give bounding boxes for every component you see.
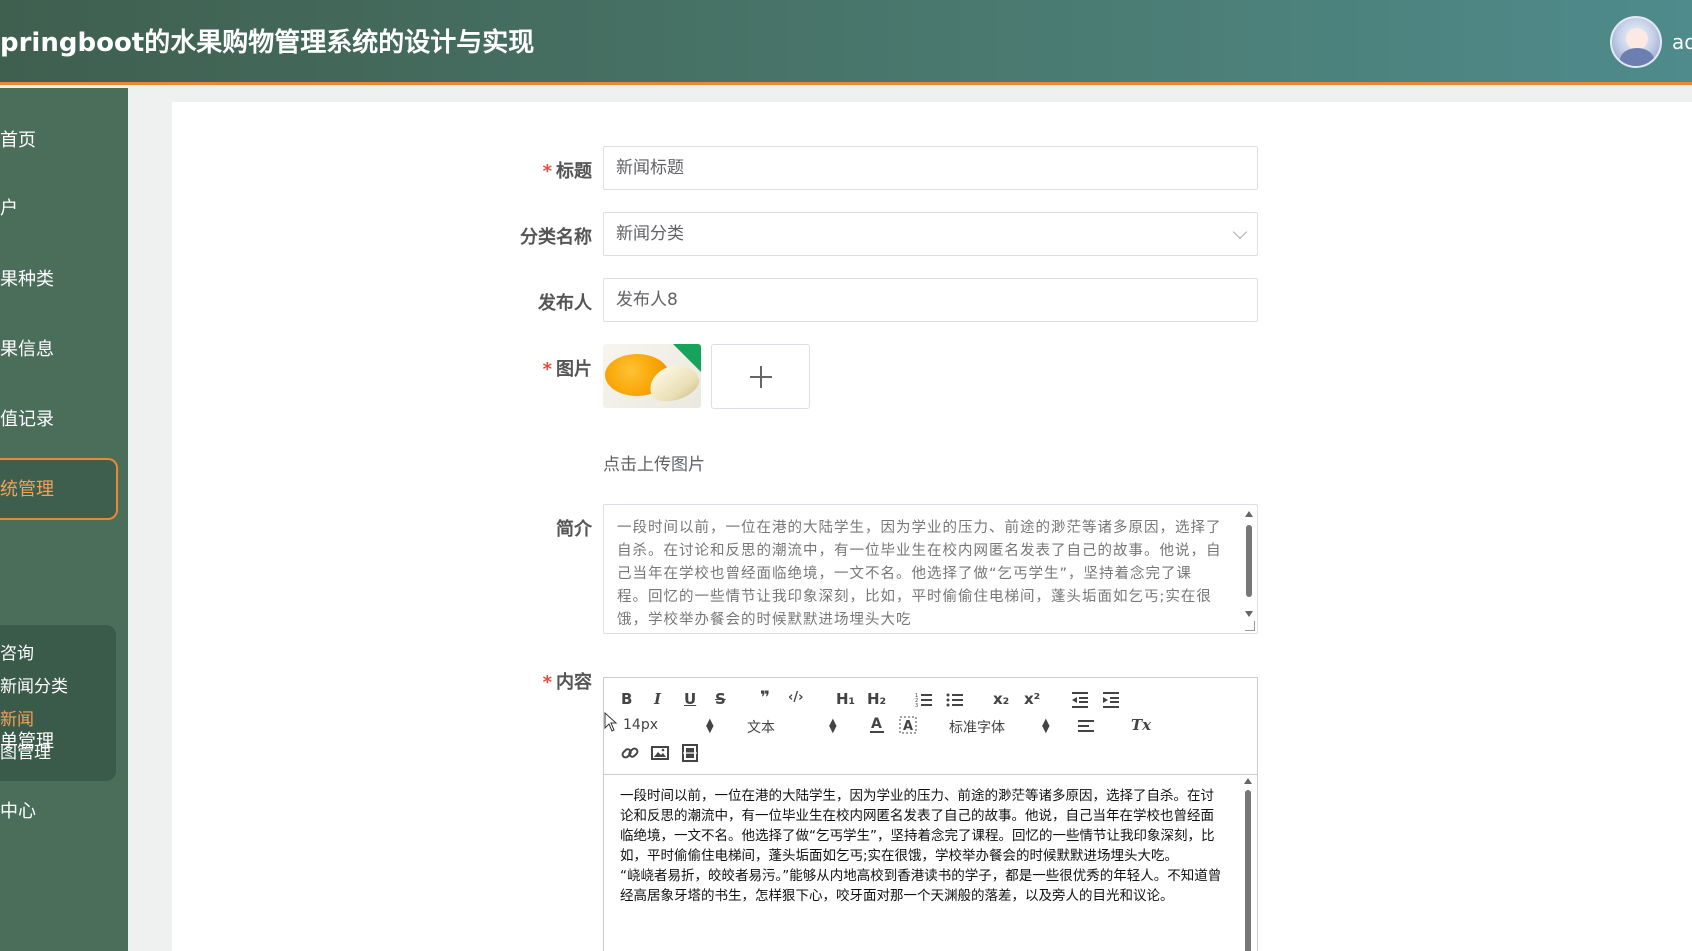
username[interactable]: ad — [1672, 30, 1692, 54]
sidebar-item-system-management[interactable]: 统管理 — [0, 458, 118, 520]
image-label: * 图片 — [542, 359, 592, 380]
align-icon[interactable] — [1077, 718, 1095, 734]
intro-text: 一段时间以前，一位在港的大陆学生，因为学业的压力、前途的渺茫等诸多原因，选择了自… — [617, 520, 1222, 628]
chevron-down-icon — [1232, 224, 1248, 240]
sidebar-item-personal-center[interactable]: 中心 — [0, 790, 128, 834]
sidebar-item-recharge-records[interactable]: 值记录 — [0, 398, 128, 442]
upload-tip: 点击上传图片 — [603, 455, 705, 475]
image-icon[interactable] — [651, 744, 669, 762]
required-mark: * — [542, 161, 552, 182]
intro-label: 简介 — [556, 519, 592, 540]
sidebar-item-users[interactable]: 户 — [0, 187, 128, 231]
editor-toolbar: B I U S ❞ ‹/› H₁ H₂ 1 2 3 x₂ x² 14px ▲ ▼… — [604, 678, 1257, 775]
publisher-input[interactable]: 发布人8 — [603, 278, 1258, 322]
editor-paragraph: “峣峣者易折，皎皎者易污。”能够从内地高校到香港读书的学子，都是一些很优秀的年轻… — [620, 868, 1222, 904]
italic-button[interactable]: I — [654, 690, 661, 708]
blockquote-button[interactable]: ❞ — [760, 688, 770, 708]
category-select[interactable]: 新闻分类 — [603, 212, 1258, 256]
link-icon[interactable] — [621, 744, 639, 762]
clean-format-button[interactable]: Tx — [1131, 716, 1151, 734]
scroll-thumb[interactable] — [1246, 525, 1252, 597]
category-selected-value: 新闻分类 — [616, 224, 684, 244]
code-block-button[interactable]: ‹/› — [788, 690, 803, 705]
upload-image-button[interactable] — [711, 344, 810, 409]
sidebar-item-order-management[interactable]: 单管理 — [0, 720, 128, 764]
plus-icon — [750, 366, 772, 388]
background-color-icon[interactable]: A — [899, 716, 917, 734]
sidebar-item-fruit-types[interactable]: 果种类 — [0, 258, 128, 302]
user-avatar[interactable] — [1610, 16, 1662, 68]
submenu-item-news-category[interactable]: 新闻分类 — [0, 672, 68, 697]
scroll-up-icon[interactable] — [1245, 511, 1253, 517]
header-1-button[interactable]: H₁ — [836, 690, 855, 708]
font-family-select[interactable]: 标准字体 — [949, 717, 1005, 737]
font-size-select[interactable]: 14px — [623, 717, 658, 733]
ordered-list-icon[interactable]: 1 2 3 — [915, 691, 933, 709]
underline-button[interactable]: U — [684, 690, 696, 708]
required-mark: * — [542, 672, 552, 693]
scroll-down-icon[interactable] — [1245, 611, 1253, 617]
category-label: 分类名称 — [520, 227, 592, 248]
editor-paragraph: 一段时间以前，一位在港的大陆学生，因为学业的压力、前途的渺茫等诸多原因，选择了自… — [620, 788, 1215, 864]
select-arrows-icon: ▲ ▼ — [1042, 717, 1050, 735]
superscript-button[interactable]: x² — [1024, 690, 1040, 708]
bold-button[interactable]: B — [621, 690, 632, 708]
intro-textarea[interactable]: 一段时间以前，一位在港的大陆学生，因为学业的压力、前途的渺茫等诸多原因，选择了自… — [603, 504, 1258, 634]
header-2-button[interactable]: H₂ — [867, 690, 886, 708]
title-label: * 标题 — [542, 161, 592, 182]
select-arrows-icon: ▲ ▼ — [706, 717, 714, 735]
app-title: pringboot的水果购物管理系统的设计与实现 — [0, 28, 535, 58]
title-input[interactable]: 新闻标题 — [603, 146, 1258, 190]
required-mark: * — [542, 359, 552, 380]
strike-button[interactable]: S — [715, 690, 726, 708]
app-header: pringboot的水果购物管理系统的设计与实现 ad — [0, 0, 1692, 85]
subscript-button[interactable]: x₂ — [993, 690, 1009, 708]
sidebar-item-fruit-info[interactable]: 果信息 — [0, 328, 128, 372]
video-icon[interactable] — [681, 744, 699, 762]
status-corner-badge — [673, 344, 701, 372]
outdent-icon[interactable] — [1071, 691, 1089, 709]
sidebar: 首页 户 果种类 果信息 值记录 统管理 咨询 新闻分类 新闻 图管理 单管理 … — [0, 88, 128, 951]
header-select[interactable]: 文本 — [747, 717, 775, 737]
svg-text:A: A — [871, 716, 882, 732]
editor-scrollbar[interactable] — [1242, 778, 1254, 951]
svg-text:3: 3 — [915, 703, 918, 709]
sidebar-item-home[interactable]: 首页 — [0, 119, 128, 163]
scroll-up-icon[interactable] — [1244, 778, 1252, 784]
editor-content[interactable]: 一段时间以前，一位在港的大陆学生，因为学业的压力、前途的渺茫等诸多原因，选择了自… — [604, 776, 1257, 951]
svg-text:A: A — [903, 719, 913, 734]
indent-icon[interactable] — [1102, 691, 1120, 709]
text-color-icon[interactable]: A — [869, 716, 885, 734]
uploaded-image-thumbnail[interactable] — [603, 344, 701, 408]
resize-handle-icon[interactable] — [1245, 621, 1255, 631]
content-label: * 内容 — [542, 672, 592, 693]
mouse-cursor-icon — [604, 712, 618, 732]
scroll-thumb[interactable] — [1245, 790, 1251, 951]
intro-scrollbar[interactable] — [1243, 511, 1255, 617]
publisher-label: 发布人 — [538, 293, 592, 314]
submenu-item-consult[interactable]: 咨询 — [0, 639, 34, 664]
rich-text-editor: B I U S ❞ ‹/› H₁ H₂ 1 2 3 x₂ x² 14px ▲ ▼… — [603, 677, 1258, 951]
bullet-list-icon[interactable] — [946, 691, 964, 709]
select-arrows-icon: ▲ ▼ — [829, 717, 837, 735]
